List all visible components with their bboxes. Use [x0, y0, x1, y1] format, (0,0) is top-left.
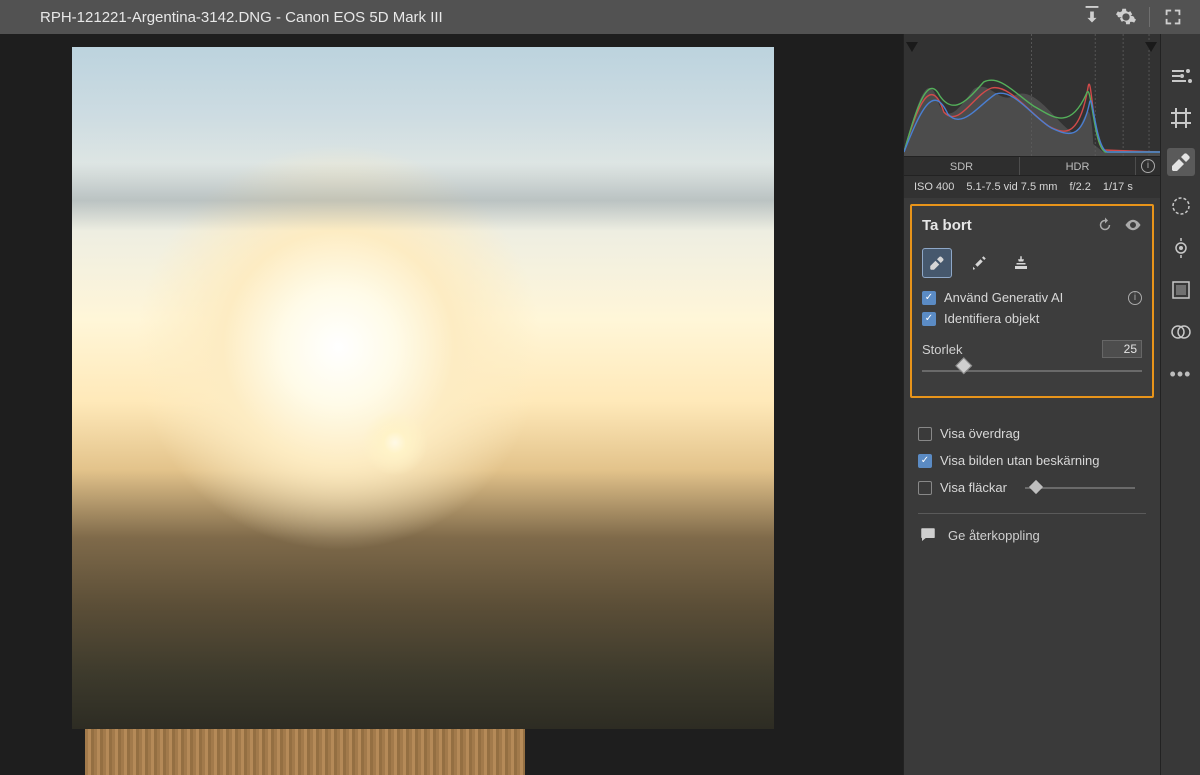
tool-rail: •••	[1160, 34, 1200, 775]
more-icon[interactable]: •••	[1169, 362, 1193, 386]
overlay-checkbox[interactable]	[918, 427, 932, 441]
overlap-icon[interactable]	[1169, 320, 1193, 344]
uncropped-checkbox[interactable]	[918, 454, 932, 468]
detect-row: Identifiera objekt	[922, 311, 1142, 326]
file-title: RPH-121221-Argentina-3142.DNG - Canon EO…	[40, 9, 443, 26]
overlay-label: Visa överdrag	[940, 426, 1020, 441]
spots-checkbox[interactable]	[918, 481, 932, 495]
exif-aperture: f/2.2	[1069, 181, 1090, 193]
size-slider[interactable]	[922, 364, 1142, 378]
panel-title: Ta bort	[922, 217, 972, 234]
histogram-info[interactable]: i	[1136, 157, 1160, 175]
hdr-tab[interactable]: HDR	[1020, 157, 1136, 175]
spots-label: Visa fläckar	[940, 480, 1007, 495]
divider	[918, 513, 1146, 514]
exif-shutter: 1/17 s	[1103, 181, 1133, 193]
secondary-preview	[85, 729, 525, 775]
uncropped-row: Visa bilden utan beskärning	[918, 453, 1146, 468]
crop-icon[interactable]	[1169, 106, 1193, 130]
fullscreen-icon[interactable]	[1162, 6, 1184, 28]
filename: RPH-121221-Argentina-3142.DNG	[40, 9, 272, 26]
feedback-button[interactable]: Ge återkoppling	[918, 526, 1146, 544]
feedback-label: Ge återkoppling	[948, 528, 1040, 543]
eraser-tool[interactable]	[922, 248, 952, 278]
heal-nav-icon[interactable]	[1167, 148, 1195, 176]
gear-icon[interactable]	[1115, 6, 1137, 28]
mask-icon[interactable]	[1169, 194, 1193, 218]
title-sep: -	[272, 9, 285, 26]
spots-row: Visa fläckar	[918, 480, 1146, 495]
gen-ai-checkbox[interactable]	[922, 291, 936, 305]
photo-preview	[72, 47, 774, 729]
right-panel: SDR HDR i ISO 400 5.1-7.5 vid 7.5 mm f/2…	[903, 34, 1160, 775]
reset-icon[interactable]	[1096, 216, 1114, 234]
presets-icon[interactable]	[1169, 278, 1193, 302]
toolbar-divider	[1149, 7, 1150, 27]
overlay-row: Visa överdrag	[918, 426, 1146, 441]
image-canvas[interactable]	[0, 34, 903, 775]
size-row: Storlek	[922, 340, 1142, 378]
eye-icon[interactable]	[1124, 216, 1142, 234]
gen-ai-row: Använd Generativ AI i	[922, 290, 1142, 305]
heal-tool[interactable]	[964, 248, 994, 278]
spots-slider[interactable]	[1025, 481, 1135, 495]
detect-label: Identifiera objekt	[944, 311, 1039, 326]
export-icon[interactable]	[1081, 6, 1103, 28]
sdr-tab[interactable]: SDR	[904, 157, 1020, 175]
size-input[interactable]	[1102, 340, 1142, 358]
speech-bubble-icon	[918, 526, 938, 544]
gen-ai-info-icon[interactable]: i	[1128, 291, 1142, 305]
exif-focal: 5.1-7.5 vid 7.5 mm	[966, 181, 1057, 193]
title-bar: RPH-121221-Argentina-3142.DNG - Canon EO…	[0, 0, 1200, 34]
camera-model: Canon EOS 5D Mark III	[285, 9, 443, 26]
clone-stamp-tool[interactable]	[1006, 248, 1036, 278]
histogram-mode-row: SDR HDR i	[904, 156, 1160, 176]
gen-ai-label: Använd Generativ AI	[944, 290, 1063, 305]
tool-row	[922, 248, 1142, 278]
remove-panel: Ta bort Använd Generativ AI	[910, 204, 1154, 398]
view-options: Visa överdrag Visa bilden utan beskärnin…	[904, 400, 1160, 544]
exif-row: ISO 400 5.1-7.5 vid 7.5 mm f/2.2 1/17 s	[904, 176, 1160, 198]
uncropped-label: Visa bilden utan beskärning	[940, 453, 1100, 468]
redeye-icon[interactable]	[1169, 236, 1193, 260]
detect-checkbox[interactable]	[922, 312, 936, 326]
size-label: Storlek	[922, 342, 962, 357]
exif-iso: ISO 400	[914, 181, 954, 193]
histogram[interactable]	[904, 34, 1160, 156]
sliders-icon[interactable]	[1169, 64, 1193, 88]
